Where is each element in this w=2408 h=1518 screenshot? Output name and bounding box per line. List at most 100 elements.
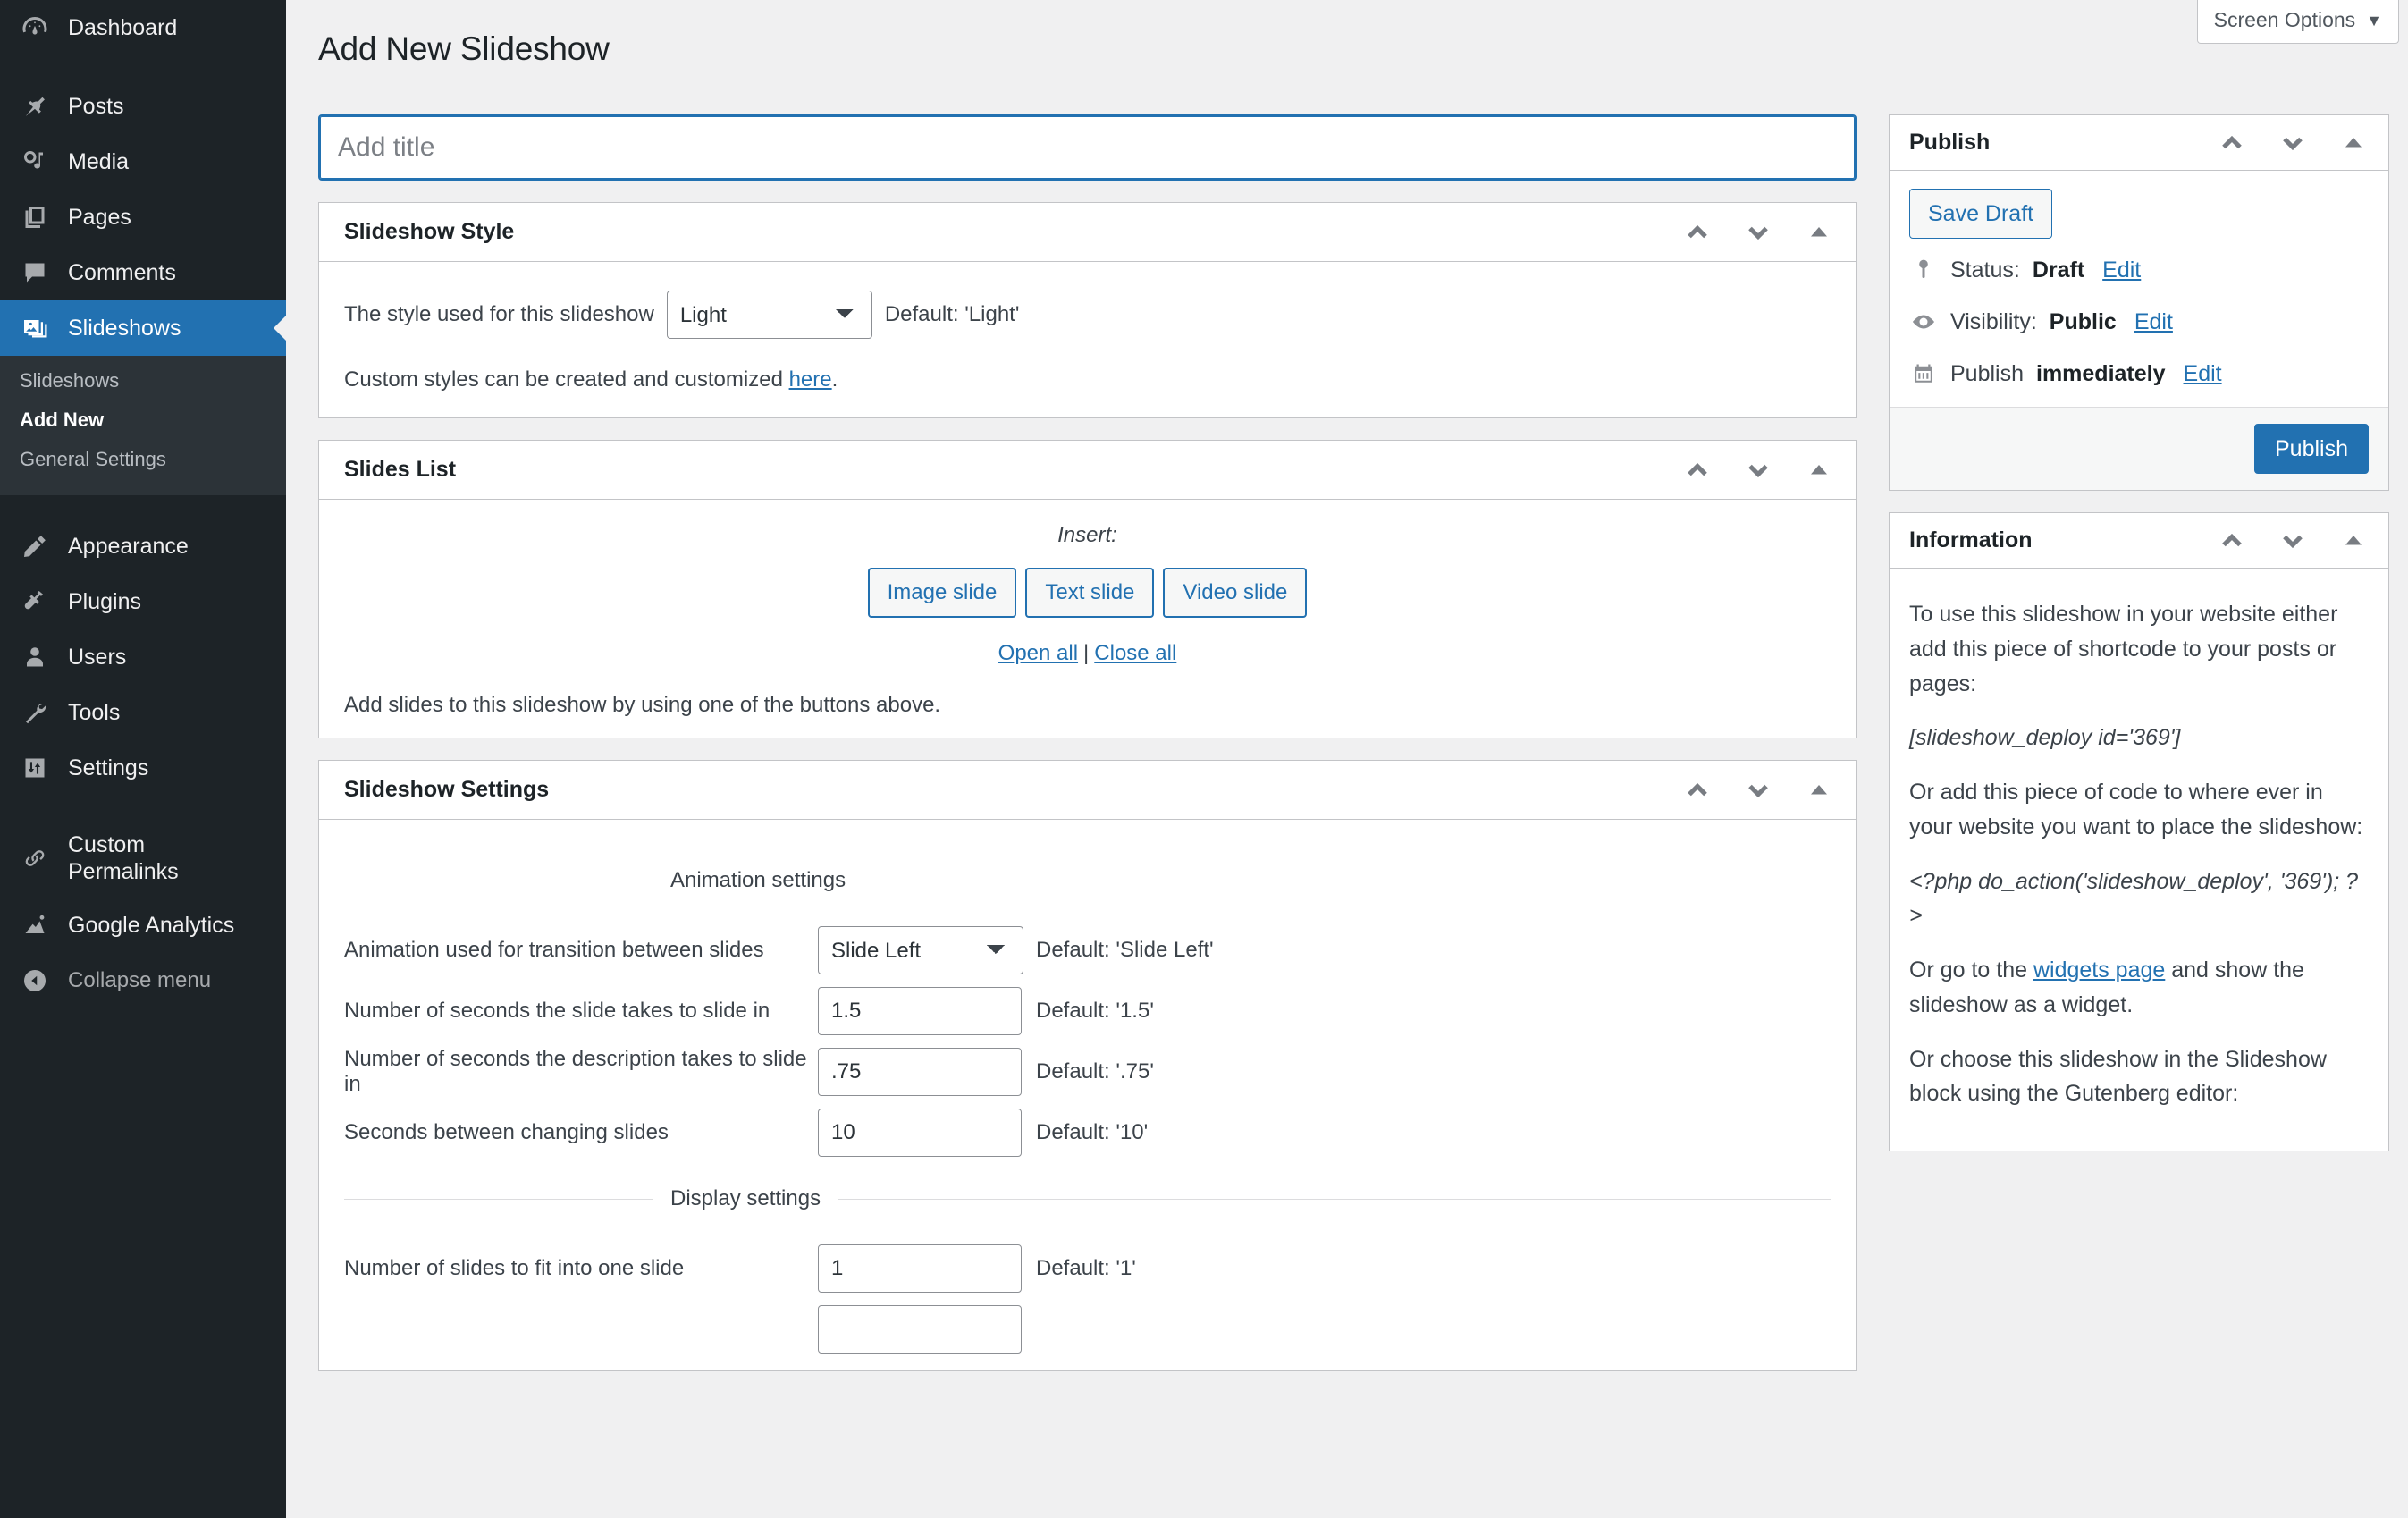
widgets-page-link[interactable]: widgets page (2033, 957, 2165, 982)
panel-title: Slideshow Style (344, 219, 515, 244)
sidebar-item-dashboard[interactable]: Dashboard (0, 0, 286, 55)
style-select[interactable]: Light (666, 291, 872, 339)
display-settings-label: Display settings (670, 1186, 821, 1210)
custom-styles-prefix: Custom styles can be created and customi… (344, 367, 789, 392)
status-edit-link[interactable]: Edit (2102, 257, 2141, 283)
sidebar-item-plugins[interactable]: Plugins (0, 574, 286, 629)
insert-text-slide-button[interactable]: Text slide (1025, 568, 1155, 618)
setting-default: Default: '.75' (1036, 1059, 1154, 1084)
setting-label: Seconds between changing slides (344, 1120, 669, 1144)
visibility-edit-link[interactable]: Edit (2134, 309, 2173, 335)
move-down-icon[interactable] (1738, 212, 1779, 253)
post-body-content: Slideshow Style (318, 114, 1857, 1371)
slide-seconds-input[interactable] (818, 987, 1022, 1035)
move-up-icon[interactable] (1677, 450, 1718, 491)
setting-row-interval-seconds: Seconds between changing slides Default:… (344, 1102, 1831, 1163)
title-field-wrap[interactable] (318, 114, 1857, 181)
custom-styles-note: Custom styles can be created and customi… (344, 348, 1831, 392)
move-down-icon[interactable] (2272, 520, 2313, 561)
setting-label: Number of seconds the description takes … (344, 1047, 807, 1096)
toggle-panel-icon[interactable] (1798, 770, 1840, 811)
partial-input[interactable] (818, 1305, 1022, 1354)
dashboard-icon (20, 13, 50, 43)
publish-label: Publish (1950, 360, 2024, 386)
sidebar-subitem-slideshows[interactable]: Slideshows (0, 361, 286, 401)
insert-image-slide-button[interactable]: Image slide (867, 568, 1017, 618)
sidebar-item-tools[interactable]: Tools (0, 685, 286, 740)
sidebar-item-label: Plugins (68, 589, 141, 614)
animation-select[interactable]: Slide Left (818, 926, 1023, 974)
toggle-panel-icon[interactable] (2333, 122, 2374, 164)
sidebar-item-label: Posts (68, 94, 124, 119)
custom-styles-suffix: . (831, 367, 838, 392)
move-up-icon[interactable] (1677, 212, 1718, 253)
sidebar-item-users[interactable]: Users (0, 629, 286, 685)
sidebar-item-comments[interactable]: Comments (0, 245, 286, 300)
title-input[interactable] (336, 131, 1839, 164)
custom-styles-link[interactable]: here (789, 367, 832, 392)
slides-list-panel: Slides List Insert: Image slide Text sli… (318, 440, 1857, 738)
settings-icon (20, 753, 50, 783)
move-up-icon[interactable] (1677, 770, 1718, 811)
move-down-icon[interactable] (2272, 122, 2313, 164)
slides-list-header: Slides List (319, 441, 1856, 500)
interval-seconds-input[interactable] (818, 1109, 1022, 1157)
close-all-link[interactable]: Close all (1094, 641, 1176, 665)
appearance-icon (20, 531, 50, 561)
panel-handle-actions (2211, 122, 2374, 164)
setting-label: Number of seconds the slide takes to sli… (344, 999, 770, 1023)
setting-default: Default: '1' (1036, 1256, 1136, 1280)
toggle-panel-icon[interactable] (1798, 450, 1840, 491)
move-up-icon[interactable] (2211, 122, 2252, 164)
save-draft-button[interactable]: Save Draft (1909, 189, 2053, 239)
display-settings-divider: Display settings (344, 1186, 1831, 1211)
analytics-icon (20, 910, 50, 940)
setting-field (818, 1244, 1022, 1293)
setting-field (818, 1305, 1022, 1354)
toggle-panel-icon[interactable] (2333, 520, 2374, 561)
slides-per-slide-input[interactable] (818, 1244, 1022, 1293)
screen-options-button[interactable]: Screen Options ▼ (2196, 0, 2399, 44)
sidebar-item-posts[interactable]: Posts (0, 79, 286, 134)
description-seconds-input[interactable] (818, 1048, 1022, 1096)
sidebar-item-label: Comments (68, 260, 176, 285)
page-title: Add New Slideshow (318, 30, 610, 67)
sidebar-item-pages[interactable]: Pages (0, 190, 286, 245)
insert-label: Insert: (1057, 523, 1117, 547)
sidebar-item-settings[interactable]: Settings (0, 740, 286, 796)
sidebar-item-appearance[interactable]: Appearance (0, 519, 286, 574)
insert-video-slide-button[interactable]: Video slide (1163, 568, 1308, 618)
sidebar-item-label: Custom Permalinks (68, 832, 179, 884)
slideshows-submenu: Slideshows Add New General Settings (0, 356, 286, 495)
pin-icon (20, 91, 50, 122)
sidebar-item-media[interactable]: Media (0, 134, 286, 190)
open-all-link[interactable]: Open all (998, 641, 1078, 665)
sidebar-item-label: Users (68, 645, 127, 670)
panel-handle-actions (1677, 450, 1840, 491)
sidebar-item-label: Tools (68, 700, 121, 725)
screen-options-label: Screen Options (2213, 8, 2356, 31)
setting-row-description-seconds: Number of seconds the description takes … (344, 1042, 1831, 1102)
minor-publishing-actions: Save Draft Status: Draft Edit Visibility… (1890, 171, 2388, 408)
status-label: Status: (1950, 257, 2020, 283)
move-up-icon[interactable] (2211, 520, 2252, 561)
collapse-menu-button[interactable]: Collapse menu (0, 953, 286, 1008)
setting-default: Default: '1.5' (1036, 999, 1154, 1023)
pin-status-icon (1909, 256, 1938, 284)
sidebar-item-slideshows[interactable]: Slideshows (0, 300, 286, 356)
sidebar-subitem-general-settings[interactable]: General Settings (0, 440, 286, 479)
publish-edit-link[interactable]: Edit (2184, 361, 2222, 387)
move-down-icon[interactable] (1738, 450, 1779, 491)
publish-button[interactable]: Publish (2254, 424, 2369, 474)
panel-handle-actions (1677, 212, 1840, 253)
panel-handle-actions (2211, 520, 2374, 561)
sidebar-item-custom-permalinks[interactable]: Custom Permalinks (0, 819, 286, 898)
sidebar-subitem-add-new[interactable]: Add New (0, 401, 286, 440)
toggle-panel-icon[interactable] (1798, 212, 1840, 253)
sidebar-item-label: Settings (68, 755, 149, 780)
slideshow-settings-header: Slideshow Settings (319, 761, 1856, 820)
move-down-icon[interactable] (1738, 770, 1779, 811)
plugins-icon (20, 586, 50, 617)
sidebar-item-google-analytics[interactable]: Google Analytics (0, 898, 286, 953)
visibility-label: Visibility: (1950, 308, 2037, 334)
